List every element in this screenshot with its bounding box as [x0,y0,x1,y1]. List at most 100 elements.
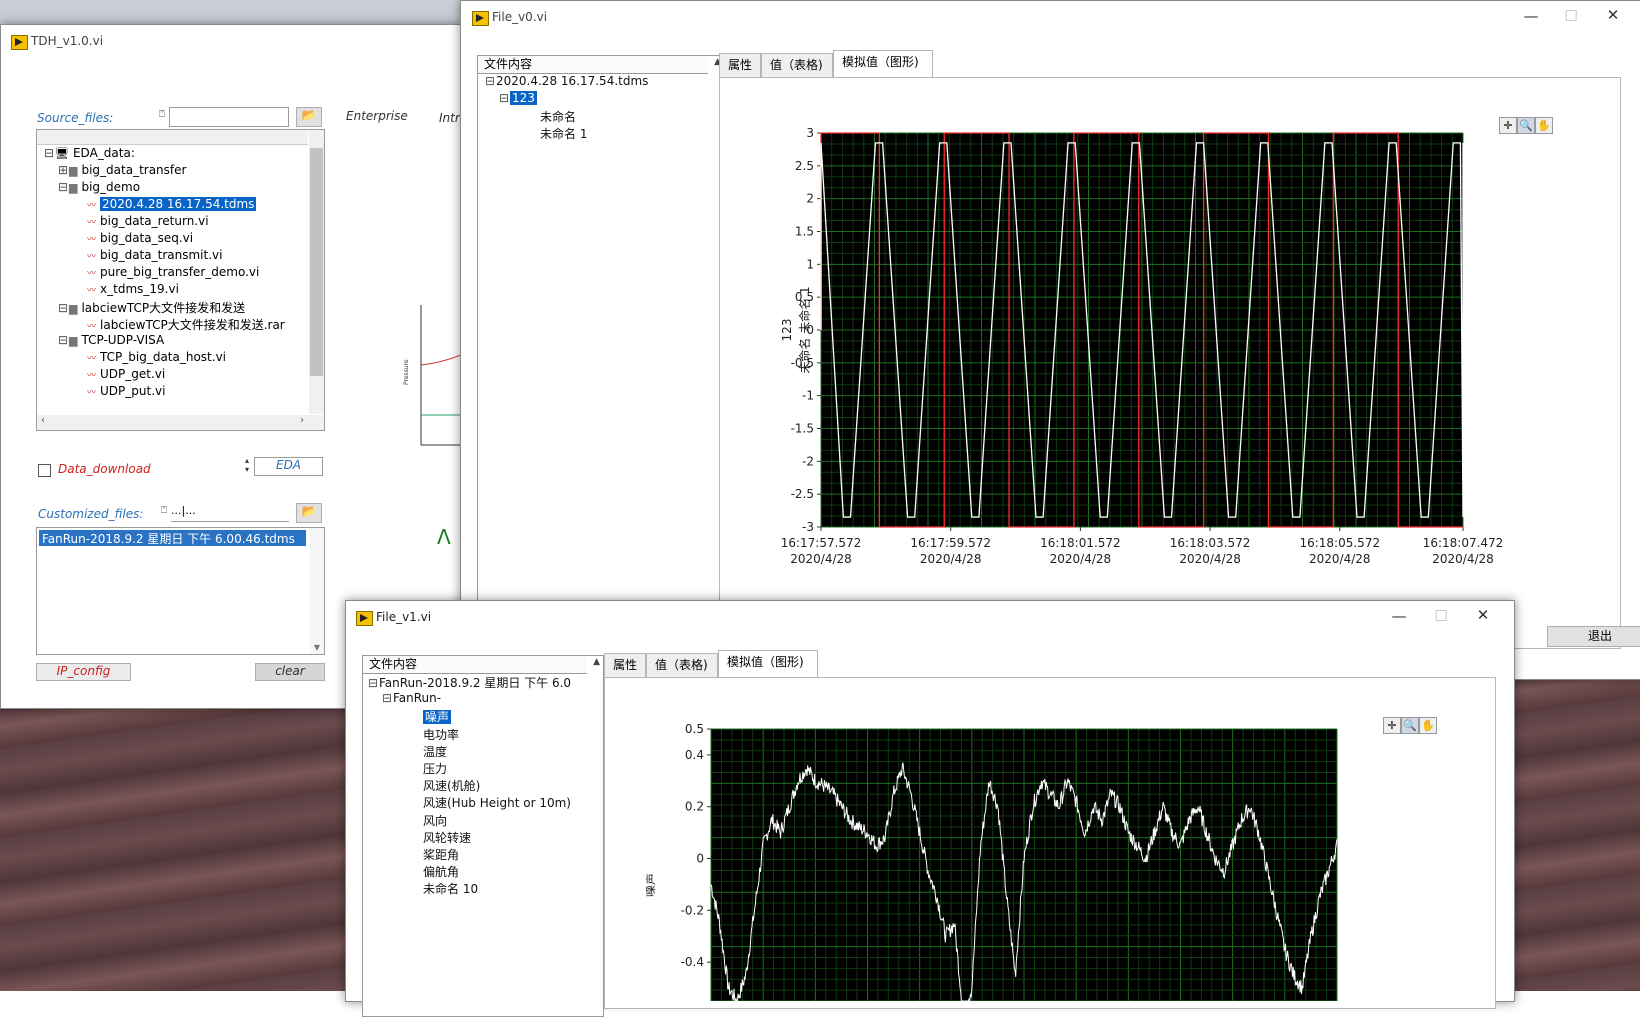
ip-config-button[interactable]: IP_config [36,663,131,681]
list-item[interactable]: FanRun-2018.9.2 星期日 下午 6.00.46.tdms [39,530,306,546]
y-tick-label: 1.5 [795,225,814,239]
expand-toggle-icon[interactable]: ⊟ [498,91,510,105]
exit-button[interactable]: 退出 [1547,626,1640,647]
tab-graph[interactable]: 模拟值（图形) [718,650,818,677]
customized-path-input[interactable]: ...|... [171,503,289,522]
scroll-up-icon[interactable]: ▲ [593,657,600,667]
tree-item[interactable]: 桨距角 [411,846,459,863]
x-tick-date: 2020/4/28 [1309,552,1371,566]
expand-toggle-icon[interactable]: ⊟ [57,180,69,194]
y-tick-label: 0 [696,852,704,866]
list-scrollbar[interactable]: ▼ [310,528,324,654]
source-tree[interactable]: ⊟🖥 EDA_data: ⊞▆ big_data_transfer ⊟▆ big_demo… [36,129,325,431]
tree-item[interactable]: ⊟🖥 EDA_data: [43,146,135,160]
expand-toggle-icon[interactable]: ⊟ [57,333,69,347]
v0-tabbar: 属性 值（表格) 模拟值（图形) [719,50,1319,77]
v0-content-tree[interactable]: 文件内容 ▲ ⊟2020.4.28 16.17.54.tdms ⊟ 123 未命名 未命… [477,55,725,617]
tree-item-label: 2020.4.28 16.17.54.tdms [100,197,257,211]
tree-item[interactable]: ⊟FanRun- [381,691,441,705]
source-path-input[interactable] [169,107,289,127]
tree-item-label: 偏航角 [423,865,460,880]
tree-item[interactable]: ⊟▆ labciewTCP大文件接发和发送 [57,299,245,316]
browse-customized-button[interactable]: 📂 [296,503,322,523]
tree-item[interactable]: 偏航角 [411,863,459,880]
customized-file-list[interactable]: FanRun-2018.9.2 星期日 下午 6.00.46.tdms ▼ [36,527,325,655]
tree-item[interactable]: 风轮转速 [411,829,471,846]
eda-input[interactable]: EDA [254,457,323,476]
vertical-scrollbar[interactable] [309,130,324,414]
tree-item[interactable]: 风向 [411,812,447,829]
tree-item[interactable]: ⊞▆ big_data_transfer [57,163,187,177]
eda-spinner[interactable]: ▴ ▾ [245,456,249,474]
partial-glyph: Λ [437,525,451,549]
clear-button[interactable]: clear [255,663,325,681]
tree-item[interactable]: 〰 big_data_return.vi [87,214,209,228]
data-download-checkbox[interactable] [38,464,51,477]
minimize-button[interactable]: — [1384,607,1414,625]
tab-properties[interactable]: 属性 [719,53,761,77]
expand-toggle-icon[interactable]: ⊟ [381,691,393,705]
expand-toggle-icon[interactable]: ⊞ [57,163,69,177]
maximize-button[interactable]: ☐ [1426,607,1456,625]
tree-item[interactable]: 〰 x_tdms_19.vi [87,282,179,296]
x-tick-time: 16:17:59.572 [910,536,991,550]
tree-item[interactable]: 风速(Hub Height or 10m) [411,794,571,811]
tree-item[interactable]: ⊟ 123 [498,91,537,105]
tree-item[interactable]: 〰 UDP_put.vi [87,384,165,398]
expand-toggle-icon[interactable]: ⊟ [57,301,69,315]
folder-icon: ▆ [69,302,78,315]
minimize-button[interactable]: — [1516,7,1546,25]
tree-item[interactable]: 未命名 10 [411,880,478,897]
browse-source-button[interactable]: 📂 [296,107,322,127]
waveform-graph-v1[interactable]: 0.50.40.20-0.2-0.4-0.6FanRun-噪声 [646,721,1416,1001]
scroll-left-icon[interactable]: ‹ [41,415,45,426]
close-button[interactable]: ✕ [1468,606,1498,624]
tree-item[interactable]: ⊟FanRun-2018.9.2 星期日 下午 6.0 [367,674,571,691]
maximize-button[interactable]: ☐ [1556,7,1586,25]
tree-item[interactable]: 〰 2020.4.28 16.17.54.tdms [87,197,257,211]
tab-properties[interactable]: 属性 [604,653,646,677]
tree-item[interactable]: 压力 [411,760,447,777]
tree-item[interactable]: ⊟2020.4.28 16.17.54.tdms [484,74,648,88]
tdh-titlebar[interactable]: TDH_v1.0.vi [1,25,461,57]
tree-item[interactable]: ⊟▆ big_demo [57,180,140,194]
tree-item[interactable]: 电功率 [411,726,459,743]
file-v1-window: File_v1.vi — ☐ ✕ 文件内容 ▲ ⊟FanRun-2018.9.2… [345,600,1515,1017]
pan-hand-icon[interactable]: ✋ [1419,717,1437,734]
tree-item-label: pure_big_transfer_demo.vi [100,265,260,279]
tree-item[interactable]: 风速(机舱) [411,777,480,794]
tree-item[interactable]: 〰 pure_big_transfer_demo.vi [87,265,259,279]
tree-item[interactable]: ⊟▆ TCP-UDP-VISA [57,333,164,347]
folder-icon: ▆ [69,181,78,194]
waveform-graph-v0[interactable]: 32.521.510.50-0.5-1-1.5-2-2.5-3123 未命名 未命… [761,121,1561,601]
vi-file-icon: 〰 [87,235,97,245]
tree-item[interactable]: 温度 [411,743,447,760]
y-tick-label: 3 [806,126,814,140]
expand-toggle-icon[interactable]: ⊟ [367,676,379,690]
tree-item[interactable]: 未命名 1 [528,125,587,142]
x-tick-time: 16:18:01.572 [1040,536,1121,550]
tree-item[interactable]: 未命名 [528,108,576,125]
tree-item-label: UDP_get.vi [100,367,166,381]
expand-toggle-icon[interactable]: ⊟ [43,146,55,160]
tree-item[interactable]: 〰 big_data_transmit.vi [87,248,222,262]
v0-titlebar[interactable]: File_v0.vi — ☐ ✕ [461,1,1640,33]
tree-item-label: big_data_transmit.vi [100,248,223,262]
y-tick-label: 1 [806,257,814,271]
tree-item[interactable]: 噪声 [411,708,452,725]
horizontal-scrollbar[interactable]: ‹ › [37,415,324,430]
tree-item[interactable]: 〰 TCP_big_data_host.vi [87,350,226,364]
v1-tabbar: 属性 值（表格) 模拟值（图形) [604,650,1204,677]
v1-titlebar[interactable]: File_v1.vi — ☐ ✕ [346,601,1514,633]
tree-item[interactable]: 〰 UDP_get.vi [87,367,165,381]
tab-table[interactable]: 值（表格) [646,653,718,677]
tree-item[interactable]: 〰 labciewTCP大文件接发和发送.rar [87,316,285,333]
tab-table[interactable]: 值（表格) [761,53,833,77]
tree-item[interactable]: 〰 big_data_seq.vi [87,231,193,245]
vi-file-icon: 〰 [87,371,97,381]
close-button[interactable]: ✕ [1598,6,1628,24]
expand-toggle-icon[interactable]: ⊟ [484,74,496,88]
tab-graph[interactable]: 模拟值（图形) [833,50,933,77]
scroll-right-icon[interactable]: › [300,415,304,426]
v1-content-tree[interactable]: 文件内容 ▲ ⊟FanRun-2018.9.2 星期日 下午 6.0 ⊟FanRu… [362,655,604,1017]
